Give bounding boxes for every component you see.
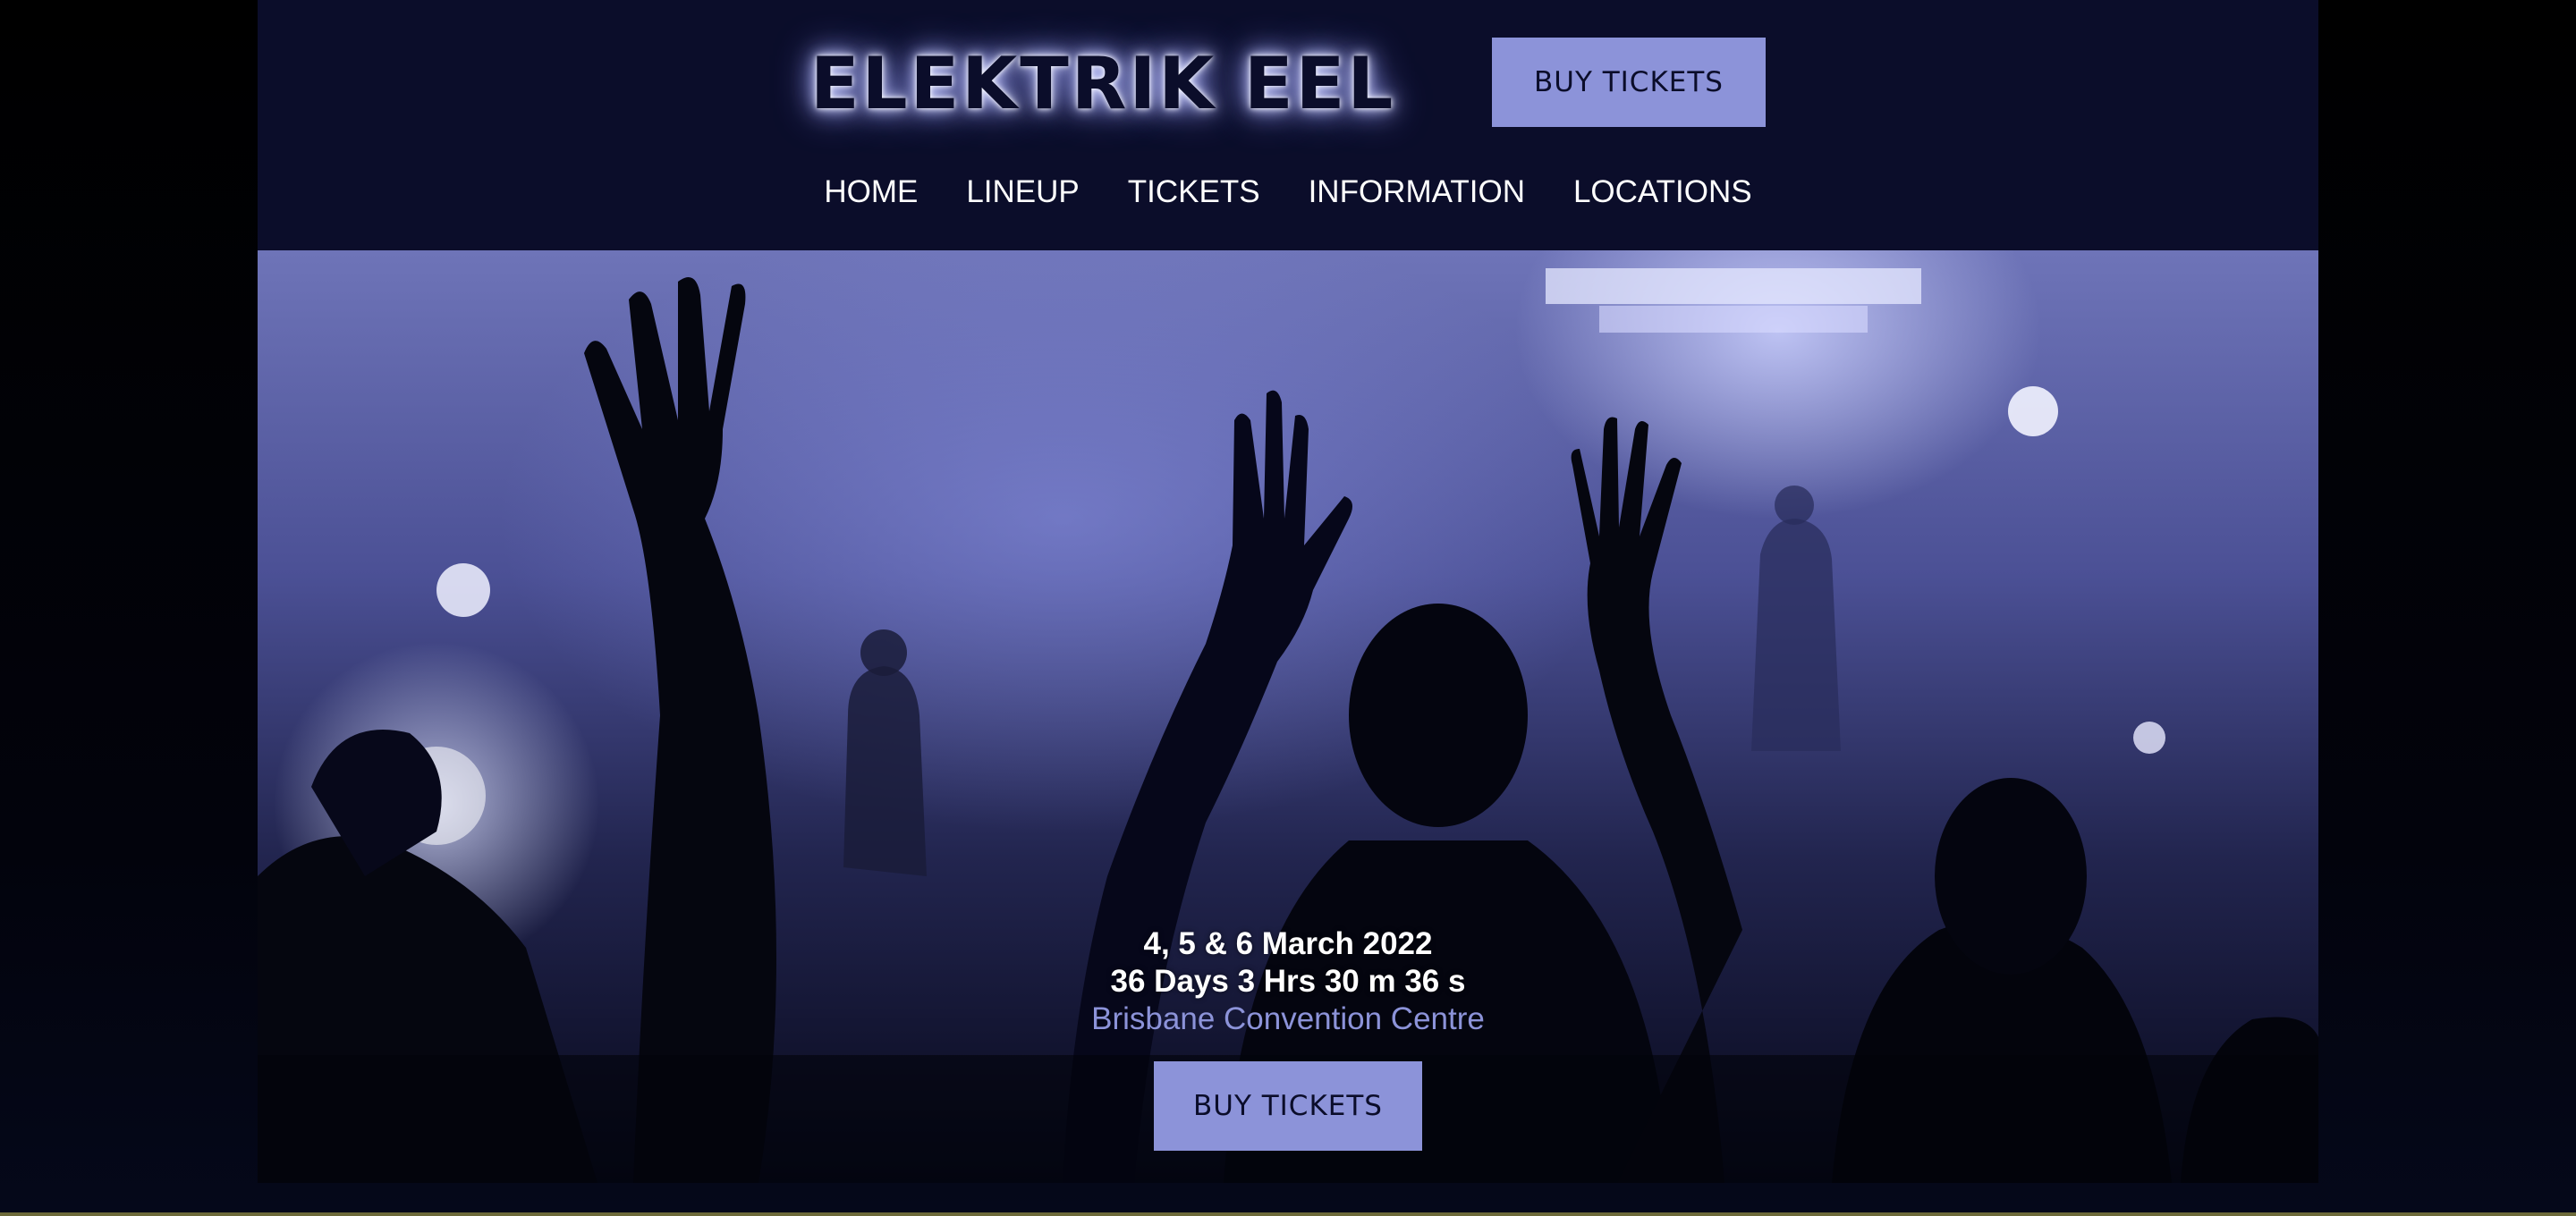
main-nav: HOME LINEUP TICKETS INFORMATION LOCATION… bbox=[258, 163, 2318, 222]
event-date: 4, 5 & 6 March 2022 bbox=[1143, 926, 1433, 961]
stage-spotlight bbox=[2008, 386, 2058, 436]
performer-silhouette bbox=[1751, 519, 1841, 751]
event-info: 4, 5 & 6 March 2022 36 Days 3 Hrs 30 m 3… bbox=[258, 925, 2318, 1038]
raised-hand-silhouette bbox=[584, 277, 776, 1183]
nav-item-home[interactable]: HOME bbox=[824, 163, 918, 222]
countdown-timer: 36 Days 3 Hrs 30 m 36 s bbox=[1110, 964, 1466, 999]
brand-logo[interactable]: ELEKTRIK EEL bbox=[810, 39, 1395, 129]
stage-spotlight bbox=[2133, 722, 2165, 754]
site-header: ELEKTRIK EEL BUY TICKETS HOME LINEUP TIC… bbox=[258, 0, 2318, 250]
performer-head bbox=[860, 629, 907, 676]
stage-light-bar bbox=[1599, 306, 1868, 333]
nav-item-information[interactable]: INFORMATION bbox=[1309, 163, 1525, 222]
nav-item-locations[interactable]: LOCATIONS bbox=[1573, 163, 1752, 222]
stage-spotlight bbox=[436, 563, 490, 617]
hero-banner: 4, 5 & 6 March 2022 36 Days 3 Hrs 30 m 3… bbox=[258, 250, 2318, 1183]
nav-item-lineup[interactable]: LINEUP bbox=[966, 163, 1079, 222]
performer-silhouette bbox=[843, 666, 927, 876]
performer-head bbox=[1775, 486, 1814, 525]
concert-crowd-image bbox=[258, 268, 2318, 1183]
hero-buy-tickets-button[interactable]: BUY TICKETS bbox=[1154, 1061, 1422, 1151]
crowd-head bbox=[1349, 604, 1528, 827]
stage-light-bar bbox=[1546, 268, 1921, 304]
header-buy-tickets-button[interactable]: BUY TICKETS bbox=[1492, 38, 1766, 127]
event-venue: Brisbane Convention Centre bbox=[1091, 1001, 1485, 1036]
site-container: ELEKTRIK EEL BUY TICKETS HOME LINEUP TIC… bbox=[258, 0, 2318, 1183]
nav-item-tickets[interactable]: TICKETS bbox=[1128, 163, 1260, 222]
